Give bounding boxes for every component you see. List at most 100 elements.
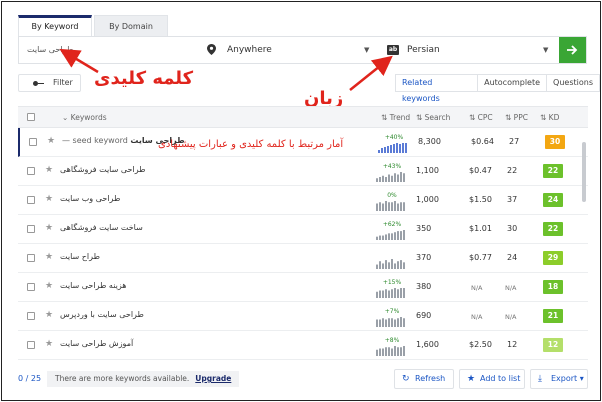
cpc-value: $1.50 (469, 195, 492, 204)
table-row[interactable]: ★ طراحی سایت فروشگاهی +43% 1,100 $0.47 22 22 (18, 157, 588, 186)
ppc-column-header[interactable]: ⇅ PPC (505, 113, 528, 122)
trend-bar (385, 289, 387, 298)
trend-bar (397, 231, 399, 240)
ppc-value: N/A (505, 313, 517, 321)
trend-bar (376, 236, 378, 240)
trend-bar (400, 317, 402, 327)
trend-bar (385, 347, 387, 356)
trend-bar (388, 262, 390, 269)
search-volume: 8,300 (418, 137, 441, 146)
trend-bar (382, 203, 384, 211)
row-checkbox[interactable] (29, 138, 37, 146)
ppc-value: 12 (507, 340, 518, 349)
row-checkbox[interactable] (27, 167, 35, 175)
star-icon[interactable]: ★ (45, 339, 53, 349)
trend-bar (391, 233, 393, 240)
cpc-column-header[interactable]: ⇅ CPC (469, 113, 493, 122)
trend-bar (382, 175, 384, 182)
trend-bar (387, 146, 389, 153)
star-icon[interactable]: ★ (47, 136, 55, 146)
trend-percent: +40% (384, 134, 404, 141)
search-volume: 380 (416, 282, 432, 291)
star-icon[interactable]: ★ (45, 165, 53, 175)
table-row[interactable]: ★ هزینه طراحی سایت +15% 380 N/A N/A 18 (18, 273, 588, 302)
trend-bar (399, 144, 401, 153)
trend-sparkline (376, 172, 405, 182)
trend-bar (385, 260, 387, 269)
export-button[interactable]: ⤓ Export ▾ (530, 369, 588, 389)
trend-bar (400, 260, 402, 269)
search-volume: 1,000 (416, 195, 439, 204)
trend-bar (376, 178, 378, 182)
trend-bar (385, 177, 387, 182)
trend-bar (394, 288, 396, 298)
table-row[interactable]: ★ طراح سایت 370 $0.77 24 29 (18, 244, 588, 273)
table-row[interactable]: ★ طراحی سایت با وردپرس +7% 690 N/A N/A 21 (18, 302, 588, 331)
trend-bar (388, 233, 390, 240)
table-footer: 0 / 25 There are more keywords available… (3, 364, 600, 400)
trend-sparkline (376, 346, 405, 356)
add-to-list-button[interactable]: ★ Add to list (459, 369, 525, 389)
search-volume: 1,600 (416, 340, 439, 349)
trend-bar (403, 318, 405, 327)
search-column-header[interactable]: ⇅ Search (416, 113, 450, 122)
trend-bar (379, 348, 381, 356)
ppc-value: 27 (509, 137, 520, 146)
trend-percent: +62% (382, 221, 402, 228)
trend-percent: +8% (384, 337, 400, 344)
row-checkbox[interactable] (27, 283, 35, 291)
select-all-checkbox[interactable] (27, 113, 35, 121)
trend-sparkline (376, 259, 405, 269)
star-icon[interactable]: ★ (45, 194, 53, 204)
row-checkbox[interactable] (27, 196, 35, 204)
star-icon[interactable]: ★ (45, 281, 53, 291)
search-volume: 1,100 (416, 166, 439, 175)
refresh-button[interactable]: ↻ Refresh (394, 369, 454, 389)
stats-annotation: آمار مرتبط با کلمه کلیدی و عبارات پیشنها… (158, 139, 344, 150)
keyword-text: طراحی سایت با وردپرس (60, 310, 144, 319)
trend-bar (403, 173, 405, 182)
trend-bar (382, 348, 384, 356)
trend-bar (385, 319, 387, 327)
trend-bar (391, 289, 393, 298)
table-row[interactable]: ★ طراحی وب سایت 0% 1,000 $1.50 37 24 (18, 186, 588, 215)
table-row[interactable]: ★ ساخت سایت فروشگاهی +62% 350 $1.01 30 22 (18, 215, 588, 244)
trend-bar (400, 202, 402, 211)
kd-badge: 18 (543, 280, 563, 294)
row-checkbox[interactable] (27, 254, 35, 262)
ppc-value: 37 (507, 195, 518, 204)
row-checkbox[interactable] (27, 312, 35, 320)
trend-bar (376, 319, 378, 327)
row-checkbox[interactable] (27, 225, 35, 233)
trend-bar (403, 262, 405, 269)
trend-bar (397, 174, 399, 182)
trend-bar (391, 318, 393, 327)
table-row[interactable]: ★ آموزش طراحی سایت +8% 1,600 $2.50 12 12 (18, 331, 588, 360)
trend-percent: +7% (384, 308, 400, 315)
kd-badge: 21 (543, 309, 563, 323)
kd-badge: 22 (543, 164, 563, 178)
cpc-value: $2.50 (469, 340, 492, 349)
trend-bar (376, 291, 378, 298)
trend-bar (397, 203, 399, 211)
kd-badge: 12 (543, 338, 563, 352)
trend-column-header[interactable]: ⇅ Trend (381, 113, 410, 122)
kd-column-header[interactable]: ⇅ KD (540, 113, 559, 122)
upgrade-link[interactable]: Upgrade (195, 374, 231, 383)
cpc-value: $1.01 (469, 224, 492, 233)
star-icon[interactable]: ★ (45, 252, 53, 262)
kd-badge: 29 (543, 251, 563, 265)
trend-bar (391, 348, 393, 356)
star-icon[interactable]: ★ (45, 223, 53, 233)
trend-bar (403, 230, 405, 240)
keyword-text: آموزش طراحی سایت (60, 339, 134, 348)
row-checkbox[interactable] (27, 341, 35, 349)
keyword-annotation: کلمه کلیدی (94, 68, 194, 89)
table-scrollbar[interactable] (582, 142, 586, 202)
keywords-column-header[interactable]: ⌄ Keywords (62, 113, 107, 122)
cpc-value: $0.77 (469, 253, 492, 262)
trend-bar (394, 201, 396, 211)
keyword-text: طراحی سایت فروشگاهی (60, 165, 146, 174)
star-icon[interactable]: ★ (45, 310, 53, 320)
trend-bar (382, 290, 384, 298)
